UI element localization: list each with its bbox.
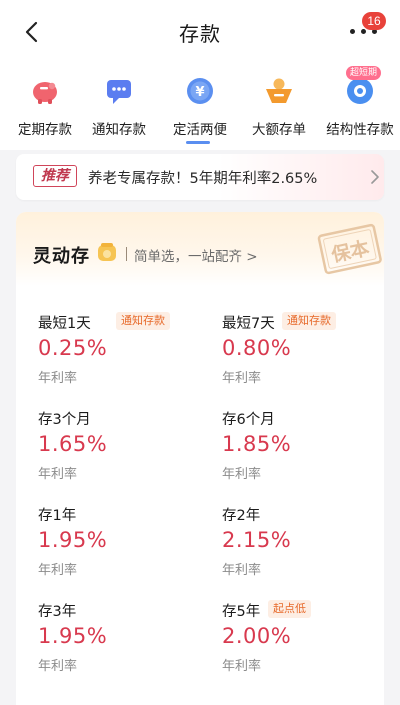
recommend-tag: 推荐	[33, 165, 77, 187]
rate-label: 年利率	[222, 563, 262, 578]
nav-label: 大额存单	[252, 122, 306, 138]
product-cell[interactable]: 存2年 2.15% 年利率	[222, 504, 384, 584]
product-rate: 0.25%	[38, 336, 108, 360]
card-header[interactable]: 灵动存 简单选，一站配齐 > 保本	[16, 212, 384, 286]
nav-item-flexible-deposit[interactable]: ¥ 定活两便	[155, 72, 245, 142]
rate-label: 年利率	[38, 467, 78, 482]
seal-text: 保本	[328, 236, 371, 267]
product-cell[interactable]: 存1年 1.95% 年利率	[38, 504, 208, 584]
rate-label: 年利率	[222, 659, 262, 674]
page-title: 存款	[179, 22, 221, 46]
recommend-text: 养老专属存款！5年期年利率2.65%	[88, 171, 318, 187]
message-icon	[107, 80, 131, 104]
product-term: 存6个月	[222, 412, 275, 428]
product-term: 存5年	[222, 604, 261, 620]
more-dots-icon[interactable]	[350, 29, 378, 37]
chevron-right-icon	[371, 170, 379, 184]
product-rate: 2.00%	[222, 624, 292, 648]
product-cell[interactable]: 存6个月 1.85% 年利率	[222, 408, 384, 488]
product-rate: 2.15%	[222, 528, 292, 552]
product-term: 最短7天	[222, 316, 275, 332]
product-term: 存2年	[222, 508, 261, 524]
nav-label: 定活两便	[173, 122, 227, 138]
structured-icon	[347, 78, 373, 104]
piggy-bank-icon	[33, 82, 57, 104]
yuan-coin-icon: ¥	[187, 78, 213, 104]
card-subtitle: 简单选，一站配齐 >	[134, 249, 258, 265]
product-term: 存1年	[38, 508, 77, 524]
top-bar: 存款 16	[0, 0, 400, 64]
product-tag: 起点低	[268, 600, 311, 618]
product-rate: 0.80%	[222, 336, 292, 360]
product-term: 存3年	[38, 604, 77, 620]
product-cell[interactable]: 存3个月 1.65% 年利率	[38, 408, 208, 488]
certificate-icon	[266, 78, 292, 103]
product-cell[interactable]: 最短7天 通知存款 0.80% 年利率	[222, 312, 384, 392]
svg-text:¥: ¥	[195, 85, 204, 100]
product-rate: 1.85%	[222, 432, 292, 456]
rate-label: 年利率	[38, 371, 78, 386]
product-tag: 通知存款	[282, 312, 336, 330]
product-cell[interactable]: 存5年 起点低 2.00% 年利率	[222, 600, 384, 680]
selected-tab-indicator	[186, 141, 210, 144]
capital-guaranteed-seal: 保本	[317, 223, 382, 275]
divider	[126, 247, 127, 261]
rate-label: 年利率	[222, 467, 262, 482]
nav-item-large-cd[interactable]: 大额存单	[234, 72, 324, 142]
flexible-deposit-card: 灵动存 简单选，一站配齐 > 保本 最短1天 通知存款 0.25% 年利率 最短…	[16, 212, 384, 705]
category-nav: 定期存款 通知存款 ¥ 定活两便 大额存单 超短期 结构性存款	[0, 64, 400, 150]
notification-badge: 16	[362, 12, 386, 30]
nav-label: 结构性存款	[326, 122, 394, 138]
product-tag: 通知存款	[116, 312, 170, 330]
nav-item-structured-deposit[interactable]: 超短期 结构性存款	[315, 66, 400, 142]
rate-label: 年利率	[38, 659, 78, 674]
rate-label: 年利率	[222, 371, 262, 386]
product-cell[interactable]: 最短1天 通知存款 0.25% 年利率	[38, 312, 208, 392]
recommend-banner[interactable]: 推荐 养老专属存款！5年期年利率2.65%	[16, 154, 384, 200]
coin-jar-icon	[98, 243, 116, 261]
rate-label: 年利率	[38, 563, 78, 578]
product-rate: 1.95%	[38, 528, 108, 552]
super-short-tag: 超短期	[346, 66, 382, 80]
product-term: 最短1天	[38, 316, 91, 332]
card-title: 灵动存	[33, 246, 90, 267]
product-cell[interactable]: 存3年 1.95% 年利率	[38, 600, 208, 680]
product-rate: 1.65%	[38, 432, 108, 456]
nav-item-notice-deposit[interactable]: 通知存款	[74, 72, 164, 142]
product-term: 存3个月	[38, 412, 91, 428]
nav-label: 通知存款	[92, 122, 146, 138]
product-rate: 1.95%	[38, 624, 108, 648]
